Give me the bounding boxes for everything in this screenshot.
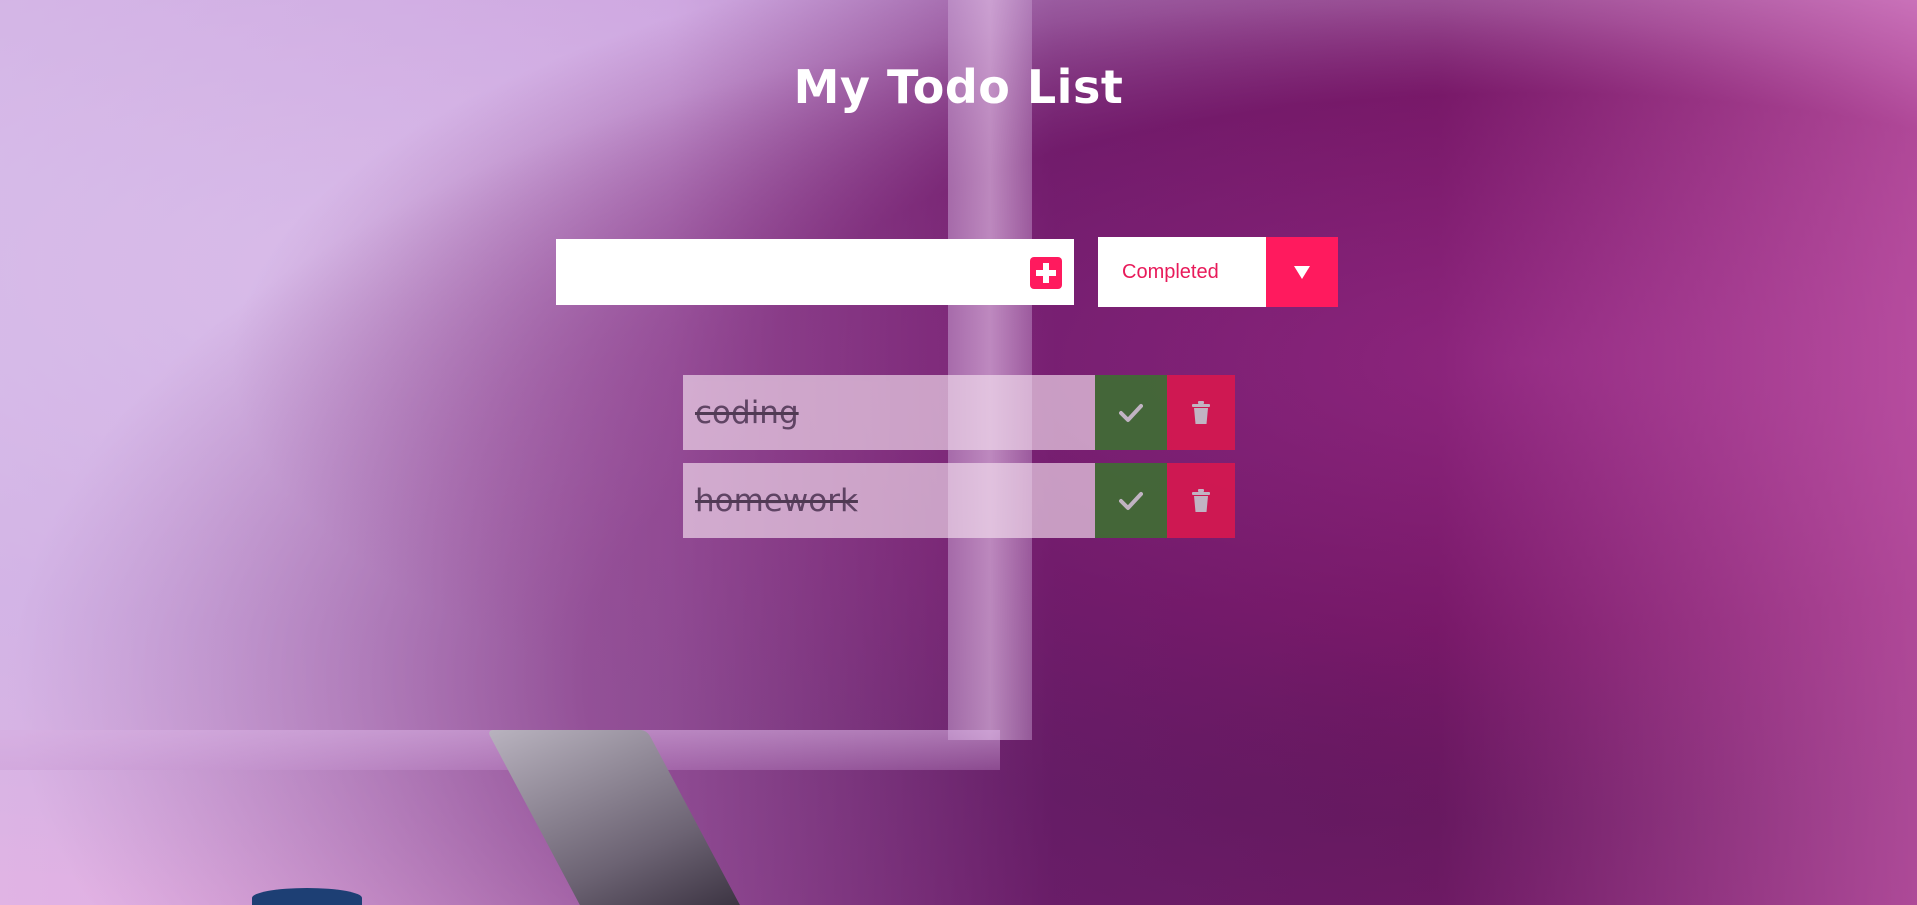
filter-select[interactable]: Completed — [1098, 237, 1338, 307]
filter-selected-value: Completed — [1122, 260, 1219, 283]
todo-item: homework — [683, 463, 1235, 538]
todo-form: Completed — [556, 237, 1338, 307]
todo-item-text: coding — [683, 375, 1095, 450]
check-icon — [1119, 403, 1143, 423]
todo-input-container — [556, 239, 1074, 305]
plus-icon-vertical-bar — [1043, 263, 1049, 283]
cup-photo — [252, 888, 362, 905]
trash-button[interactable] — [1167, 463, 1235, 538]
todo-input[interactable] — [556, 239, 1074, 305]
add-todo-button[interactable] — [1030, 257, 1062, 289]
trash-button[interactable] — [1167, 375, 1235, 450]
todo-list: coding homework — [683, 375, 1235, 551]
complete-button[interactable] — [1095, 375, 1167, 450]
page-title: My Todo List — [793, 60, 1124, 114]
todo-item: coding — [683, 375, 1235, 450]
caret-down-icon[interactable] — [1266, 237, 1338, 307]
todo-item-text: homework — [683, 463, 1095, 538]
complete-button[interactable] — [1095, 463, 1167, 538]
trash-icon — [1191, 488, 1211, 513]
trash-icon — [1191, 400, 1211, 425]
check-icon — [1119, 491, 1143, 511]
